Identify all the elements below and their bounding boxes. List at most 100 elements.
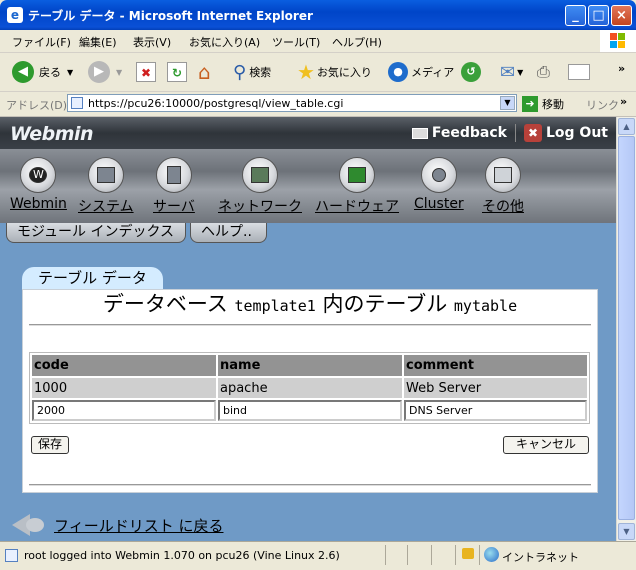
page-icon [5,549,18,562]
edit-icon [568,64,590,80]
search-button[interactable]: ⚲ 検索 [233,59,271,85]
page-title: データベース template1 内のテーブル mytable [102,292,518,316]
menu-file[interactable]: ファイル(F) [12,34,71,50]
address-label: アドレス(D) [6,99,68,112]
nav-webmin[interactable]: W Webmin [10,157,67,212]
maximize-button[interactable]: □ [588,5,609,26]
chevron-down-icon: ▼ [517,67,524,77]
scroll-up-icon[interactable]: ▲ [618,118,635,135]
menu-bar: ファイル(F) 編集(E) 表示(V) お気に入り(A) ツール(T) ヘルプ(… [0,30,636,53]
window-title: テーブル データ - Microsoft Internet Explorer [28,9,313,23]
home-button[interactable]: ⌂ [198,59,211,85]
webmin-header: Webmin Feedback ✖ Log Out [0,117,616,149]
favorites-label: お気に入り [316,66,372,79]
stop-button[interactable]: ✖ [136,59,156,85]
divider [29,324,591,326]
ie-window: e テーブル データ - Microsoft Internet Explorer… [0,0,636,570]
back-to-field-list[interactable]: フィールドリスト に戻る [12,514,223,536]
servers-icon [155,157,192,193]
system-icon [87,157,124,193]
menu-edit[interactable]: 編集(E) [79,34,117,50]
status-bar: root logged into Webmin 1.070 on pcu26 (… [0,541,636,570]
nav-servers[interactable]: サーバ [153,157,195,216]
minimize-button[interactable]: _ [565,5,586,26]
stop-icon: ✖ [136,62,156,82]
menu-view[interactable]: 表示(V) [133,34,171,50]
cell-comment: Web Server [404,378,587,398]
close-button[interactable]: × [611,5,632,26]
name-input[interactable] [218,400,402,421]
refresh-button[interactable]: ↻ [167,59,187,85]
divider [29,484,591,486]
module-tabs: モジュール インデックス ヘルプ.. [0,223,616,245]
menu-favorites[interactable]: お気に入り(A) [189,34,260,50]
scroll-thumb[interactable] [618,136,635,520]
feedback-link[interactable]: Feedback [432,125,507,141]
security-zone: イントラネット [502,551,579,564]
column-header-code: code [32,355,216,376]
edit-row [32,400,587,421]
nav-hardware[interactable]: ハードウェア [315,157,399,216]
mail-icon: ✉ [500,61,516,83]
go-arrow-icon: ➜ [522,96,538,112]
printer-icon: ⎙ [537,62,550,81]
nav-others[interactable]: その他 [482,157,524,216]
refresh-icon: ↻ [167,62,187,82]
cell-code: 1000 [32,378,216,398]
more-icon[interactable]: » [618,55,625,81]
chevron-down-icon: ▼ [67,67,74,77]
forward-arrow-icon: ▶ [88,61,110,83]
address-input[interactable]: https://pcu26:10000/postgresql/view_tabl… [67,94,517,112]
vertical-scrollbar[interactable]: ▲ ▼ [616,117,636,541]
webmin-icon: W [20,157,57,193]
logout-link[interactable]: Log Out [546,125,608,141]
feedback-icon [411,127,428,139]
menu-tools[interactable]: ツール(T) [272,34,320,50]
code-input[interactable] [32,400,216,421]
back-button[interactable]: ◀ 戻る ▼ [12,59,73,85]
history-icon: ↺ [461,62,481,82]
logout-icon: ✖ [524,124,542,142]
media-button[interactable]: ● メディア [388,59,454,85]
toolbar: ◀ 戻る ▼ ▶ ▼ ✖ ↻ ⌂ ⚲ 検索 ★ お気に入り ● メディア ↺ ✉… [0,53,636,92]
back-label: 戻る [39,66,61,79]
edit-button[interactable] [568,59,590,85]
print-button[interactable]: ⎙ [537,59,550,85]
links-button[interactable]: リンク [586,97,619,113]
mail-button[interactable]: ✉ ▼ [500,59,523,85]
cell-name: apache [218,378,402,398]
others-icon [485,157,521,193]
address-url: https://pcu26:10000/postgresql/view_tabl… [88,97,344,110]
comment-input[interactable] [404,400,587,421]
more-icon[interactable]: » [620,95,627,108]
table-row: 1000 apache Web Server [32,378,587,398]
address-bar: アドレス(D) https://pcu26:10000/postgresql/v… [0,92,636,117]
column-header-name: name [218,355,402,376]
forward-button[interactable]: ▶ ▼ [88,59,122,85]
lock-icon [462,548,474,559]
title-bar: e テーブル データ - Microsoft Internet Explorer… [0,0,636,30]
star-icon: ★ [297,60,315,84]
module-index-link[interactable]: モジュール インデックス [6,223,186,243]
nav-network[interactable]: ネットワーク [218,157,302,216]
status-text: root logged into Webmin 1.070 on pcu26 (… [24,549,340,562]
scroll-down-icon[interactable]: ▼ [618,523,635,540]
save-button[interactable]: 保存 [31,436,70,454]
nav-cluster[interactable]: Cluster [414,157,464,212]
chevron-down-icon: ▼ [116,67,123,77]
section-tab: テーブル データ [22,267,163,289]
favorites-button[interactable]: ★ お気に入り [297,59,372,85]
go-label: 移動 [542,98,564,111]
chevron-down-icon[interactable]: ▼ [500,96,515,110]
media-icon: ● [388,62,408,82]
field-list-link[interactable]: フィールドリスト に戻る [54,515,223,536]
menu-help[interactable]: ヘルプ(H) [332,34,382,50]
hardware-icon [339,157,375,193]
go-button[interactable]: ➜ 移動 [522,96,564,112]
history-button[interactable]: ↺ [461,59,481,85]
help-link[interactable]: ヘルプ.. [190,223,267,243]
cancel-button[interactable]: キャンセル [503,436,589,454]
windows-logo-icon [600,30,636,52]
cluster-icon [420,157,457,193]
nav-system[interactable]: システム [78,157,134,216]
